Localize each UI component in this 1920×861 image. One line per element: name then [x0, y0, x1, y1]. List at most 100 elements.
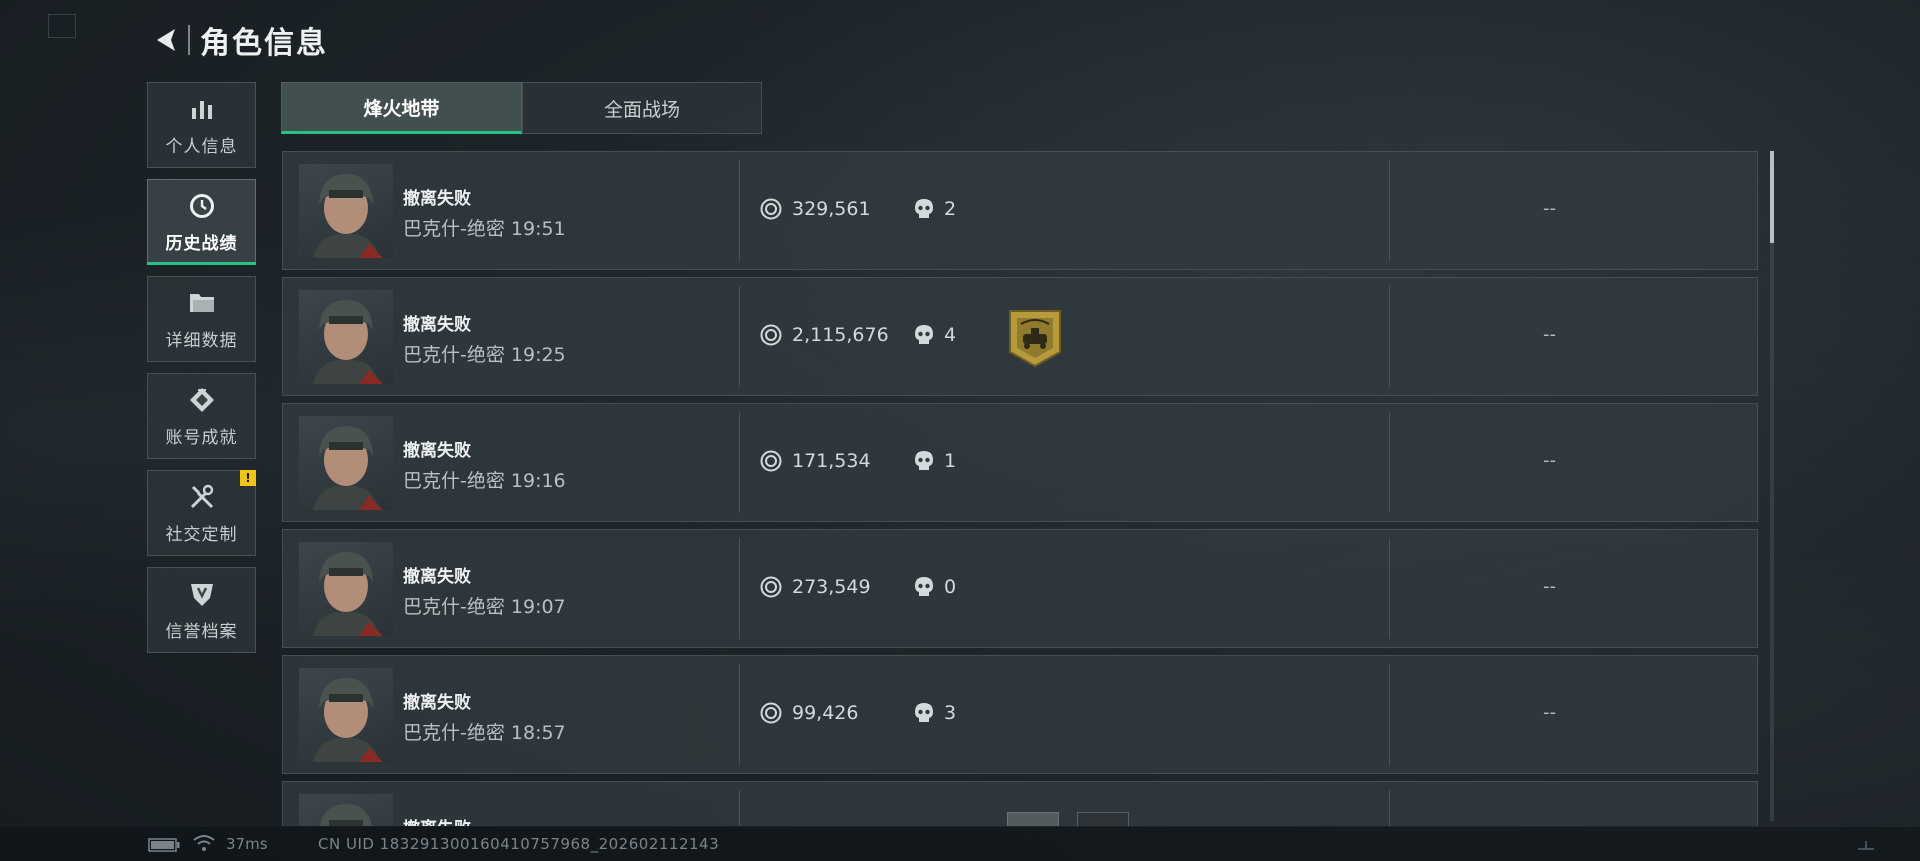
kill-count: 0 [944, 576, 957, 598]
skull-icon [915, 325, 933, 344]
match-stats: 171,534 1 [760, 450, 956, 472]
column-divider [739, 538, 740, 639]
sidebar-item-label: 社交定制 [165, 524, 238, 545]
coin-icon [760, 198, 782, 220]
match-result: 撤离失败 [403, 693, 471, 713]
loot-value: 171,534 [792, 450, 871, 472]
kill-count: 3 [944, 702, 957, 724]
sidebar-item-label: 详细数据 [165, 330, 238, 351]
sidebar-item-achievements[interactable]: 账号成就 [147, 373, 256, 459]
kill-count: 2 [944, 198, 957, 220]
back-button[interactable] [148, 20, 184, 60]
match-result: 撤离失败 [403, 814, 471, 826]
column-divider [1389, 160, 1390, 261]
extra-info: -- [1543, 198, 1556, 219]
user-uid: CN UID 1832913001604107579​68_2026021121… [318, 835, 720, 853]
match-record-row[interactable]: 撤离失败 巴克什-绝密 19:51 329,561 2 -- [282, 151, 1758, 270]
column-divider [1389, 412, 1390, 513]
achievement-icon [187, 385, 217, 415]
coin-icon [760, 702, 782, 724]
item-thumbnail[interactable] [1077, 812, 1129, 826]
clock-icon [187, 191, 217, 221]
match-map-time: 巴克什-绝密 19:07 [403, 596, 566, 618]
match-map-time: 巴克什-绝密 19:16 [403, 470, 566, 492]
column-divider [739, 790, 740, 826]
sidebar: 个人信息 历史战绩 详细数据 账号成就 ! 社交定制 信誉档案 [147, 82, 257, 664]
extra-info: -- [1543, 450, 1556, 471]
coin-icon [760, 576, 782, 598]
operator-avatar [299, 668, 393, 762]
sidebar-item-social-custom[interactable]: ! 社交定制 [147, 470, 256, 556]
match-record-row[interactable]: 撤离失败 [282, 781, 1758, 826]
column-divider [1389, 286, 1390, 387]
match-map-time: 巴克什-绝密 19:25 [403, 344, 566, 366]
sidebar-item-label: 账号成就 [165, 427, 238, 448]
loot-value: 2,115,676 [792, 324, 889, 346]
column-divider [1389, 664, 1390, 765]
medal-badge-icon[interactable] [1007, 308, 1063, 368]
loot-value: 273,549 [792, 576, 871, 598]
extra-info: -- [1543, 324, 1556, 345]
match-stats: 99,426 3 [760, 702, 956, 724]
match-result: 撤离失败 [403, 441, 471, 461]
folder-icon [187, 288, 217, 318]
status-bar: 37ms CN UID 1832913001604107579​68_20260… [0, 827, 1920, 861]
loot-value: 99,426 [792, 702, 859, 724]
tab-full-battlefield[interactable]: 全面战场 [522, 82, 762, 134]
column-divider [739, 286, 740, 387]
coin-icon [760, 450, 782, 472]
loot-value: 329,561 [792, 198, 871, 220]
match-record-row[interactable]: 撤离失败 巴克什-绝密 19:16 171,534 1 -- [282, 403, 1758, 522]
match-map-time: 巴克什-绝密 19:51 [403, 218, 566, 240]
match-record-row[interactable]: 撤离失败 巴克什-绝密 19:07 273,549 0 -- [282, 529, 1758, 648]
sidebar-item-label: 信誉档案 [165, 621, 238, 642]
skull-icon [915, 703, 933, 722]
match-map-time: 巴克什-绝密 18:57 [403, 722, 566, 744]
match-record-row[interactable]: 撤离失败 巴克什-绝密 19:25 2,115,676 4 -- [282, 277, 1758, 396]
notice-badge: ! [240, 470, 256, 486]
wifi-icon [193, 835, 215, 851]
skull-icon [915, 451, 933, 470]
sidebar-item-reputation[interactable]: 信誉档案 [147, 567, 256, 653]
column-divider [1389, 790, 1390, 826]
extra-info: -- [1543, 702, 1556, 723]
sidebar-item-detailed-data[interactable]: 详细数据 [147, 276, 256, 362]
column-divider [739, 412, 740, 513]
match-stats: 273,549 0 [760, 576, 956, 598]
match-stats: 329,561 2 [760, 198, 956, 220]
kill-count: 1 [944, 450, 957, 472]
operator-avatar [299, 290, 393, 384]
item-thumbnail[interactable] [1007, 812, 1059, 826]
item-thumbnails [1007, 812, 1129, 826]
operator-avatar [299, 794, 393, 826]
match-result: 撤离失败 [403, 189, 471, 209]
operator-avatar [299, 416, 393, 510]
match-record-row[interactable]: 撤离失败 巴克什-绝密 18:57 99,426 3 -- [282, 655, 1758, 774]
header-divider [188, 25, 190, 55]
match-stats: 2,115,676 4 [760, 324, 956, 346]
skull-icon [915, 199, 933, 218]
scrollbar-thumb[interactable] [1770, 151, 1774, 243]
page-title: 角色信息 [200, 26, 328, 61]
operator-avatar [299, 164, 393, 258]
column-divider [1389, 538, 1390, 639]
operator-avatar [299, 542, 393, 636]
kill-count: 4 [944, 324, 957, 346]
sidebar-item-personal-info[interactable]: 个人信息 [147, 82, 256, 168]
match-result: 撤离失败 [403, 567, 471, 587]
column-divider [739, 664, 740, 765]
column-divider [739, 160, 740, 261]
corner-mark-icon [1858, 841, 1874, 850]
sidebar-item-label: 个人信息 [165, 136, 238, 157]
sidebar-item-label: 历史战绩 [165, 233, 238, 254]
sidebar-item-history[interactable]: 历史战绩 [147, 179, 256, 265]
corner-frame-icon [48, 14, 76, 38]
tab-hazard-zone[interactable]: 烽火地带 [281, 82, 522, 134]
bar-chart-icon [187, 94, 217, 124]
skull-icon [915, 577, 933, 596]
list-scrollbar[interactable] [1770, 151, 1774, 821]
back-arrow-icon [157, 29, 175, 51]
match-history-list[interactable]: 撤离失败 巴克什-绝密 19:51 329,561 2 -- 撤离失败 巴克什-… [282, 151, 1758, 826]
battery-icon [148, 838, 180, 852]
match-result: 撤离失败 [403, 315, 471, 335]
